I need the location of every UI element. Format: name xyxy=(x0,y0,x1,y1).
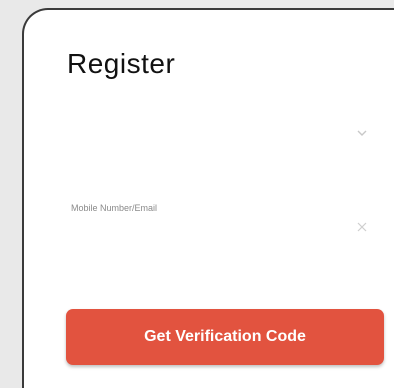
chevron-down-icon xyxy=(355,126,369,140)
account-field xyxy=(69,196,369,246)
close-icon[interactable] xyxy=(355,220,369,234)
page-title: Register xyxy=(67,48,176,79)
region-select[interactable] xyxy=(69,118,369,158)
get-verification-code-button[interactable]: Get Verification Code xyxy=(66,309,384,365)
register-card: Register Get Verification Code xyxy=(22,8,394,388)
account-input[interactable] xyxy=(69,196,331,220)
